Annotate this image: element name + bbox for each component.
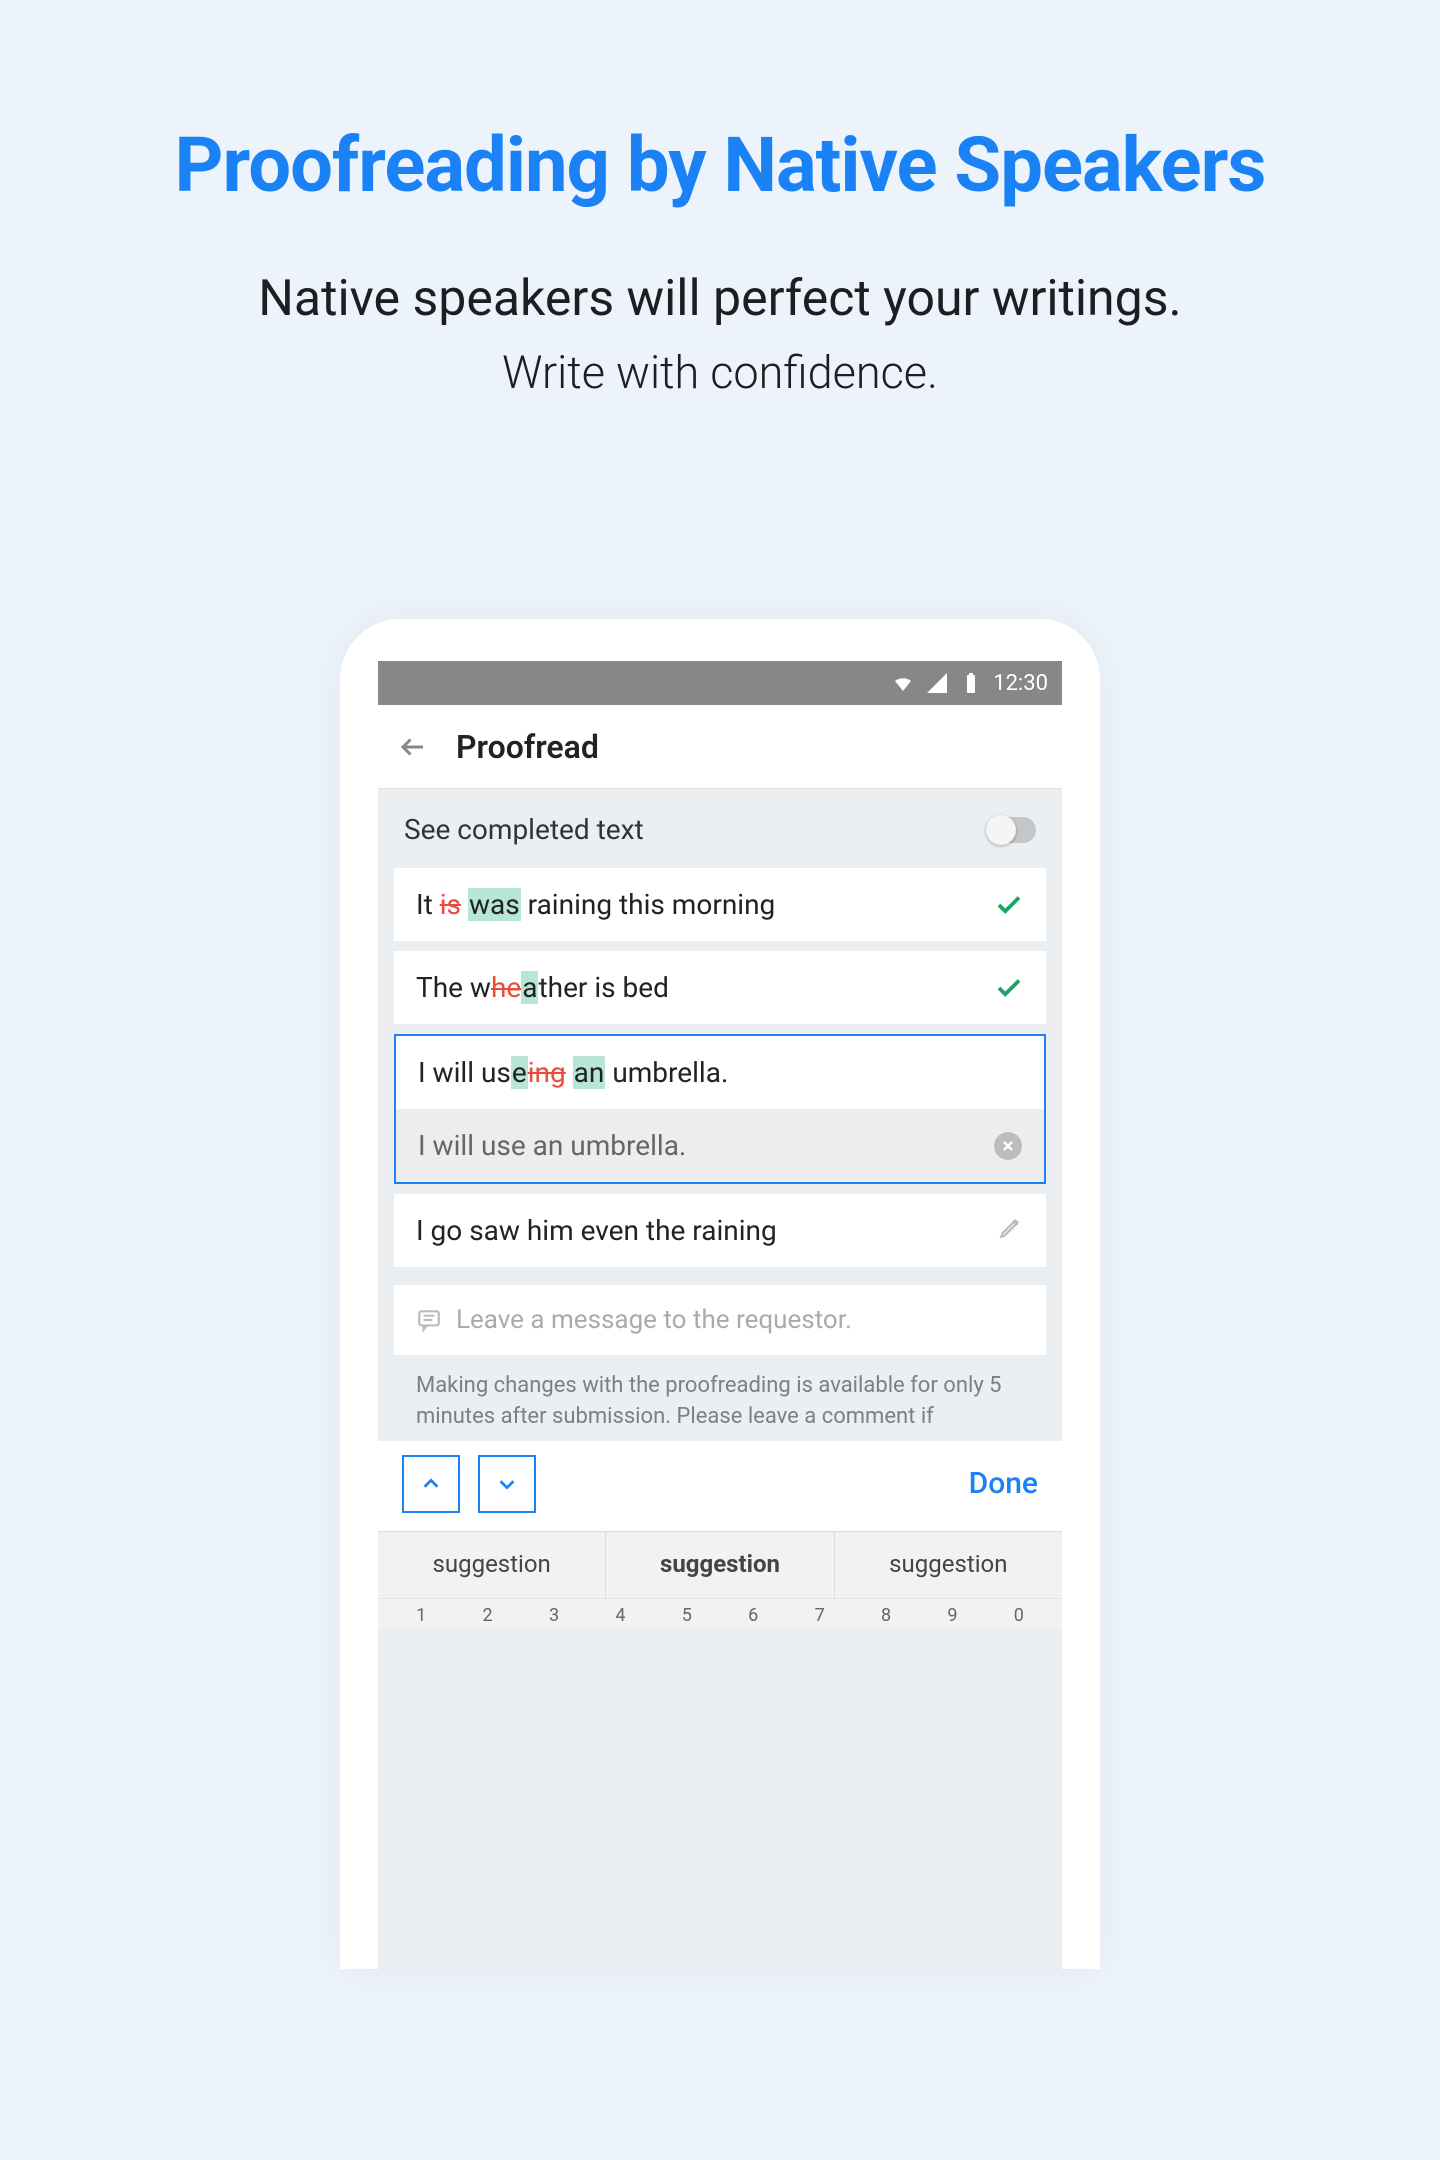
hero-title: Proofreading by Native Speakers (175, 120, 1266, 210)
sentence-3: I will useing an umbrella. (418, 1056, 728, 1089)
battery-icon (959, 671, 983, 695)
back-icon[interactable] (398, 732, 428, 762)
completed-text-row: See completed text (378, 789, 1062, 868)
kb-key-5[interactable]: 5 (654, 1605, 720, 1626)
comment-icon (416, 1307, 442, 1333)
prev-button[interactable] (402, 1455, 460, 1513)
sentence-4: I go saw him even the raining (416, 1214, 777, 1247)
edit-icon[interactable] (998, 1214, 1024, 1247)
kb-suggestion-1[interactable]: suggestion (378, 1532, 606, 1598)
hero-subtitle-2: Write with confidence. (175, 346, 1266, 399)
toggle-label: See completed text (404, 813, 644, 846)
proofread-list: It is was raining this morning The wheat… (378, 868, 1062, 1433)
page-title: Proofread (456, 728, 599, 766)
suggestion-row[interactable]: I will use an umbrella. (396, 1109, 1044, 1182)
keyboard-number-row: 1 2 3 4 5 6 7 8 9 0 (378, 1598, 1062, 1626)
status-bar: 12:30 (378, 661, 1062, 705)
phone-frame: 12:30 Proofread See completed text It is… (340, 619, 1100, 1969)
wifi-icon (891, 671, 915, 695)
kb-key-6[interactable]: 6 (720, 1605, 786, 1626)
proof-card-4[interactable]: I go saw him even the raining (394, 1194, 1046, 1267)
kb-suggestion-2[interactable]: suggestion (606, 1532, 834, 1598)
proof-card-3-active[interactable]: I will useing an umbrella. I will use an… (394, 1034, 1046, 1184)
proof-card-1[interactable]: It is was raining this morning (394, 868, 1046, 941)
message-input-row[interactable]: Leave a message to the requestor. (394, 1285, 1046, 1355)
kb-key-3[interactable]: 3 (521, 1605, 587, 1626)
phone-screen: 12:30 Proofread See completed text It is… (378, 661, 1062, 1969)
message-placeholder: Leave a message to the requestor. (456, 1305, 852, 1335)
hero-subtitle-1: Native speakers will perfect your writin… (175, 270, 1266, 328)
status-time: 12:30 (993, 671, 1048, 696)
kb-key-1[interactable]: 1 (388, 1605, 454, 1626)
kb-key-4[interactable]: 4 (587, 1605, 653, 1626)
kb-key-8[interactable]: 8 (853, 1605, 919, 1626)
kb-key-0[interactable]: 0 (986, 1605, 1052, 1626)
check-icon (994, 973, 1024, 1003)
suggestion-text: I will use an umbrella. (418, 1129, 686, 1162)
sentence-1: It is was raining this morning (416, 888, 775, 921)
dismiss-suggestion-icon[interactable] (994, 1132, 1022, 1160)
keyboard-suggestion-row: suggestion suggestion suggestion (378, 1531, 1062, 1598)
kb-key-9[interactable]: 9 (919, 1605, 985, 1626)
sentence-2: The wheather is bed (416, 971, 669, 1004)
marketing-hero: Proofreading by Native Speakers Native s… (175, 0, 1266, 399)
completed-text-toggle[interactable] (986, 817, 1036, 843)
proof-card-2[interactable]: The wheather is bed (394, 951, 1046, 1024)
keyboard-accessory: Done (378, 1441, 1062, 1531)
disclaimer-text: Making changes with the proofreading is … (394, 1355, 1046, 1433)
kb-suggestion-3[interactable]: suggestion (835, 1532, 1062, 1598)
kb-key-2[interactable]: 2 (454, 1605, 520, 1626)
kb-key-7[interactable]: 7 (786, 1605, 852, 1626)
done-button[interactable]: Done (969, 1466, 1038, 1501)
app-bar: Proofread (378, 705, 1062, 789)
next-button[interactable] (478, 1455, 536, 1513)
signal-icon (925, 671, 949, 695)
check-icon (994, 890, 1024, 920)
